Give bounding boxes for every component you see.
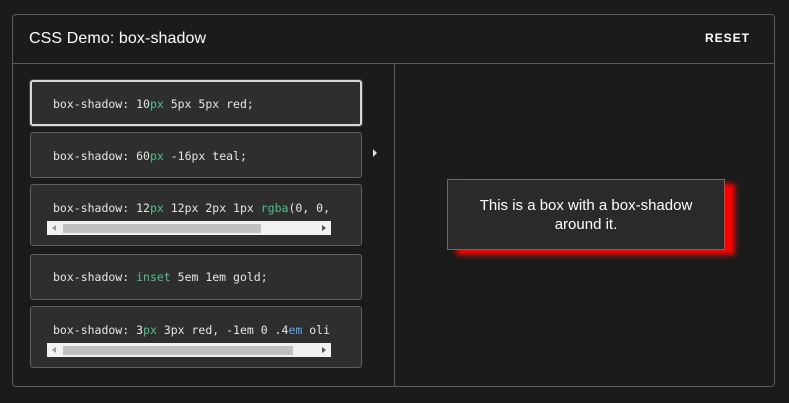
- caret-right-icon: [373, 149, 377, 157]
- output-panel: This is a box with a box-shadow around i…: [395, 64, 774, 387]
- option-function: rgba: [260, 201, 289, 215]
- demo-header: CSS Demo: box-shadow RESET: [13, 15, 774, 64]
- option-code-3: box-shadow: 12px 12px 2px 1px rgba(0, 0,: [53, 201, 330, 215]
- option-keyword: inset: [136, 270, 171, 284]
- option-rest-2: oli: [302, 323, 331, 337]
- option-code-1: box-shadow: 10px 5px 5px red;: [53, 97, 254, 111]
- shadow-demo-box: This is a box with a box-shadow around i…: [447, 179, 725, 250]
- option-value: 12: [136, 201, 150, 215]
- demo-box-text: This is a box with a box-shadow around i…: [479, 196, 693, 233]
- option-value: 3: [136, 323, 144, 337]
- option-value: 60: [136, 149, 150, 163]
- scroll-right-arrow-icon[interactable]: [317, 221, 331, 235]
- option-rest: 3px red, -1em 0 .4: [156, 323, 289, 337]
- scroll-left-arrow-icon[interactable]: [47, 221, 61, 235]
- option-unit: px: [149, 149, 164, 163]
- scroll-right-arrow-icon[interactable]: [317, 343, 331, 357]
- option-choice-3[interactable]: box-shadow: 12px 12px 2px 1px rgba(0, 0,: [30, 184, 362, 246]
- scrollbar-thumb[interactable]: [63, 346, 293, 355]
- page-title: CSS Demo: box-shadow: [29, 30, 207, 47]
- option-unit: px: [143, 323, 157, 337]
- option-code-2: box-shadow: 60px -16px teal;: [53, 149, 247, 163]
- scrollbar-thumb[interactable]: [63, 224, 261, 233]
- option-choice-2[interactable]: box-shadow: 60px -16px teal;: [30, 132, 362, 178]
- option-rest: 5px 5px red;: [163, 97, 254, 111]
- option-prop: box-shadow:: [53, 270, 137, 284]
- options-panel: box-shadow: 10px 5px 5px red; box-shadow…: [13, 64, 395, 387]
- horizontal-scrollbar[interactable]: [47, 343, 331, 357]
- option-unit: px: [149, 97, 164, 111]
- option-rest: -16px teal;: [163, 149, 247, 163]
- option-value: 10: [136, 97, 150, 111]
- option-code-5: box-shadow: 3px 3px red, -1em 0 .4em oli: [53, 323, 330, 337]
- option-rest: 5em 1em gold;: [170, 270, 268, 284]
- option-choice-4[interactable]: box-shadow: inset 5em 1em gold;: [30, 254, 362, 300]
- option-args: (0, 0,: [288, 201, 330, 215]
- scroll-left-arrow-icon[interactable]: [47, 343, 61, 357]
- option-choice-1[interactable]: box-shadow: 10px 5px 5px red;: [30, 80, 362, 126]
- option-prop: box-shadow:: [53, 323, 137, 337]
- option-unit-em: em: [288, 323, 303, 337]
- demo-frame: CSS Demo: box-shadow RESET box-shadow: 1…: [12, 14, 775, 387]
- option-prop: box-shadow:: [53, 97, 137, 111]
- horizontal-scrollbar[interactable]: [47, 221, 331, 235]
- option-choice-5[interactable]: box-shadow: 3px 3px red, -1em 0 .4em oli: [30, 306, 362, 368]
- option-unit: px: [149, 201, 164, 215]
- option-rest: 12px 2px 1px: [163, 201, 261, 215]
- reset-button[interactable]: RESET: [705, 31, 750, 45]
- option-prop: box-shadow:: [53, 201, 137, 215]
- option-prop: box-shadow:: [53, 149, 137, 163]
- option-code-4: box-shadow: inset 5em 1em gold;: [53, 270, 268, 284]
